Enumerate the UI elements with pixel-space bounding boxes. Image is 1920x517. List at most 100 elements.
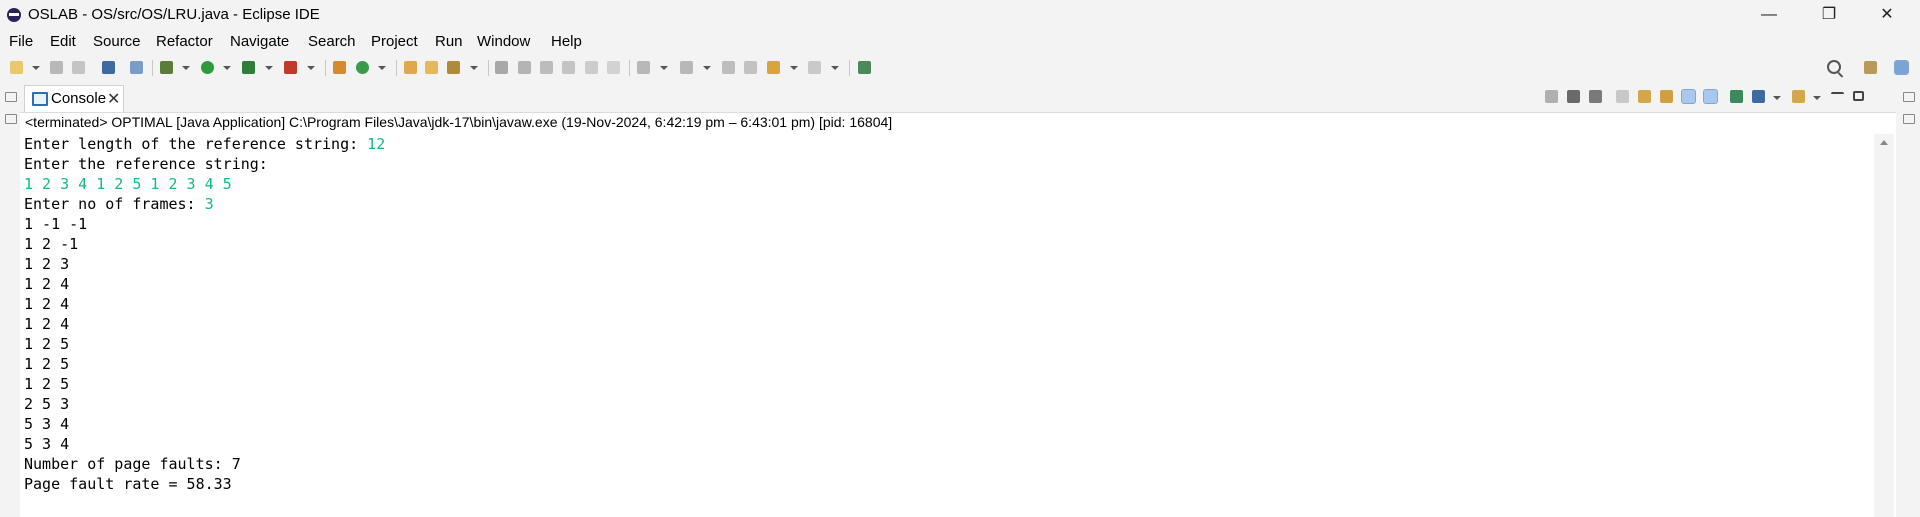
terminal-icon[interactable] — [102, 61, 115, 74]
pin-console-icon[interactable] — [1730, 90, 1743, 103]
clear-console-icon[interactable] — [1616, 90, 1629, 103]
previous-annotation-icon[interactable] — [680, 61, 693, 74]
open-folder-icon[interactable] — [425, 61, 438, 74]
skip-breakpoints-icon[interactable] — [130, 61, 143, 74]
java-perspective-icon[interactable] — [1894, 60, 1909, 75]
menu-help[interactable]: Help — [551, 33, 582, 50]
console-output[interactable]: Enter length of the reference string: 12… — [24, 134, 1874, 517]
scroll-up-icon[interactable] — [1880, 140, 1888, 145]
frame-state-line: 1 2 3 — [24, 255, 70, 273]
left-trim-bar — [0, 82, 20, 517]
prompt-text: Enter no of frames: — [24, 195, 205, 213]
external-tools-icon[interactable] — [284, 61, 297, 74]
close-window-button[interactable]: ✕ — [1864, 0, 1910, 30]
eclipse-logo-icon — [7, 8, 21, 22]
previous-annotation-dropdown-icon[interactable] — [703, 66, 711, 70]
menu-edit[interactable]: Edit — [50, 33, 76, 50]
menu-run[interactable]: Run — [435, 33, 463, 50]
tab-console-label: Console — [51, 90, 107, 107]
frame-state-line: 1 2 4 — [24, 275, 70, 293]
new-java-package-icon[interactable] — [333, 61, 346, 74]
restore-button[interactable]: ❐ — [1806, 0, 1852, 30]
menu-bar: File Edit Source Refactor Navigate Searc… — [0, 30, 1920, 54]
restore-trim-icon[interactable] — [5, 92, 17, 102]
open-console-icon[interactable] — [1792, 90, 1805, 103]
close-icon[interactable]: ✕ — [107, 89, 120, 109]
remove-all-terminated-icon[interactable] — [1589, 90, 1602, 103]
outline-icon[interactable] — [1903, 114, 1915, 124]
open-console-dropdown-icon[interactable] — [1813, 96, 1821, 100]
main-toolbar — [0, 54, 1920, 82]
display-selected-console-icon[interactable] — [1752, 90, 1765, 103]
search-tool-dropdown-icon[interactable] — [470, 66, 478, 70]
terminate-icon[interactable] — [1545, 90, 1558, 103]
user-input-text: 1 2 3 4 1 2 5 1 2 3 4 5 — [24, 175, 232, 193]
new-java-class-icon[interactable] — [356, 61, 369, 74]
display-console-dropdown-icon[interactable] — [1773, 96, 1781, 100]
toolbar-separator — [396, 60, 397, 76]
frame-state-line: 1 2 -1 — [24, 235, 79, 253]
open-perspective-icon[interactable] — [1864, 61, 1877, 74]
frame-state-line: 5 3 4 — [24, 435, 70, 453]
show-on-stderr-icon[interactable] — [1703, 89, 1718, 104]
vertical-scrollbar[interactable] — [1874, 134, 1894, 517]
forward-arrow-icon[interactable] — [808, 61, 821, 74]
open-type-icon[interactable] — [404, 61, 417, 74]
window-title: OSLAB - OS/src/OS/LRU.java - Eclipse IDE — [28, 6, 320, 23]
next-annotation-icon[interactable] — [637, 61, 650, 74]
coverage-dropdown-icon[interactable] — [265, 66, 273, 70]
console-line: Enter length of the reference string: 12 — [24, 134, 1874, 154]
back-dropdown-icon[interactable] — [790, 66, 798, 70]
new-icon[interactable] — [10, 61, 23, 74]
tab-console[interactable]: Console ✕ — [24, 85, 124, 112]
highlight-icon[interactable] — [518, 61, 531, 74]
show-whitespace-icon[interactable] — [607, 61, 620, 74]
save-all-icon[interactable] — [72, 61, 85, 74]
coverage-icon[interactable] — [242, 61, 255, 74]
pin-editor-icon[interactable] — [858, 61, 871, 74]
external-tools-dropdown-icon[interactable] — [307, 66, 315, 70]
toggle-word-wrap-icon[interactable] — [585, 61, 598, 74]
new-dropdown-icon[interactable] — [32, 66, 40, 70]
run-icon[interactable] — [201, 61, 214, 74]
console-line: Enter the reference string: — [24, 155, 268, 173]
menu-refactor[interactable]: Refactor — [156, 33, 213, 50]
package-explorer-icon[interactable] — [5, 114, 17, 124]
toolbar-separator — [629, 60, 630, 76]
menu-navigate[interactable]: Navigate — [230, 33, 289, 50]
toggle-mark-icon[interactable] — [540, 61, 553, 74]
menu-project[interactable]: Project — [371, 33, 418, 50]
new-class-dropdown-icon[interactable] — [378, 66, 386, 70]
last-edit-location-icon[interactable] — [722, 61, 735, 74]
frame-state-line: 1 2 4 — [24, 315, 70, 333]
maximize-view-icon[interactable] — [1853, 91, 1864, 101]
back-arrow-icon[interactable] — [767, 61, 780, 74]
word-wrap-icon[interactable] — [1660, 90, 1673, 103]
toolbar-separator — [849, 60, 850, 76]
annotation-icon[interactable] — [495, 61, 508, 74]
minimize-view-icon[interactable] — [1831, 92, 1844, 98]
menu-window[interactable]: Window — [477, 33, 530, 50]
menu-file[interactable]: File — [9, 33, 33, 50]
scroll-lock-icon[interactable] — [1638, 90, 1651, 103]
minimize-button[interactable]: — — [1746, 0, 1792, 30]
remove-launch-icon[interactable] — [1567, 90, 1580, 103]
block-selection-icon[interactable] — [562, 61, 575, 74]
menu-search[interactable]: Search — [308, 33, 356, 50]
show-on-stdout-icon[interactable] — [1681, 89, 1696, 104]
menu-source[interactable]: Source — [93, 33, 141, 50]
debug-dropdown-icon[interactable] — [182, 66, 190, 70]
frame-state-line: 1 -1 -1 — [24, 215, 88, 233]
restore-right-trim-icon[interactable] — [1903, 92, 1915, 102]
search-icon[interactable] — [1827, 60, 1841, 74]
forward-edit-icon[interactable] — [744, 61, 757, 74]
frame-state-line: 2 5 3 — [24, 395, 70, 413]
debug-icon[interactable] — [160, 61, 173, 74]
console-icon — [32, 92, 48, 106]
next-annotation-dropdown-icon[interactable] — [660, 66, 668, 70]
save-icon[interactable] — [50, 61, 63, 74]
frame-state-line: 1 2 5 — [24, 335, 70, 353]
run-dropdown-icon[interactable] — [223, 66, 231, 70]
search-tool-icon[interactable] — [447, 61, 460, 74]
forward-dropdown-icon[interactable] — [831, 66, 839, 70]
